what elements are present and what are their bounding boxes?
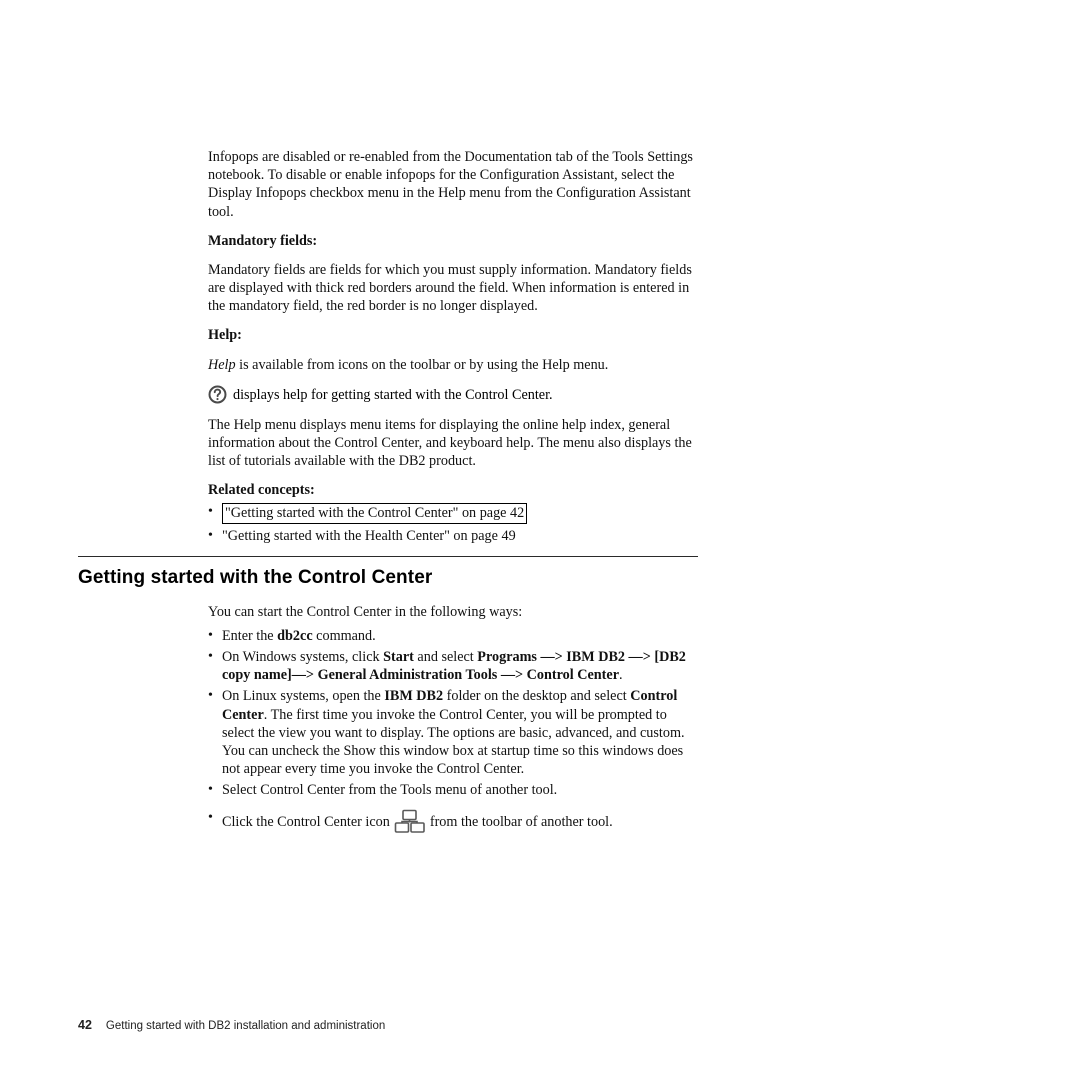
intro-ways: You can start the Control Center in the … (208, 603, 698, 621)
related-link-item: "Getting started with the Health Center"… (208, 527, 698, 545)
footer-title: Getting started with DB2 installation an… (106, 1020, 385, 1032)
related-concepts-list: "Getting started with the Control Center… (208, 503, 698, 544)
list-item: On Windows systems, click Start and sele… (208, 648, 698, 684)
list-item: On Linux systems, open the IBM DB2 folde… (208, 687, 698, 778)
help-icon-description: displays help for getting started with t… (233, 386, 553, 404)
page-footer: 42 Getting started with DB2 installation… (78, 1018, 385, 1032)
list-item: Click the Control Center icon from the t… (208, 809, 698, 835)
page-content: Infopops are disabled or re-enabled from… (78, 148, 698, 845)
related-link-item: "Getting started with the Control Center… (208, 503, 698, 523)
section-divider (78, 556, 698, 557)
heading-help: Help: (208, 326, 698, 344)
list-item: Select Control Center from the Tools men… (208, 781, 698, 799)
page-number: 42 (78, 1018, 92, 1032)
para-mandatory-fields: Mandatory fields are fields for which yo… (208, 261, 698, 316)
heading-related-concepts: Related concepts: (208, 481, 698, 499)
para-help-availability: Help is available from icons on the tool… (208, 356, 698, 374)
list-item: Enter the db2cc command. (208, 627, 698, 645)
help-icon-row: displays help for getting started with t… (208, 385, 698, 404)
para-infopops: Infopops are disabled or re-enabled from… (208, 148, 698, 221)
help-italic-word: Help (208, 357, 236, 373)
heading-mandatory-fields: Mandatory fields: (208, 232, 698, 250)
para-help-menu: The Help menu displays menu items for di… (208, 416, 698, 471)
help-question-icon (208, 385, 227, 404)
ways-list: Enter the db2cc command. On Windows syst… (208, 627, 698, 836)
control-center-icon (394, 809, 426, 835)
related-link-control-center[interactable]: "Getting started with the Control Center… (222, 503, 527, 523)
related-link-health-center[interactable]: "Getting started with the Health Center"… (222, 528, 516, 544)
section-title: Getting started with the Control Center (78, 567, 698, 589)
